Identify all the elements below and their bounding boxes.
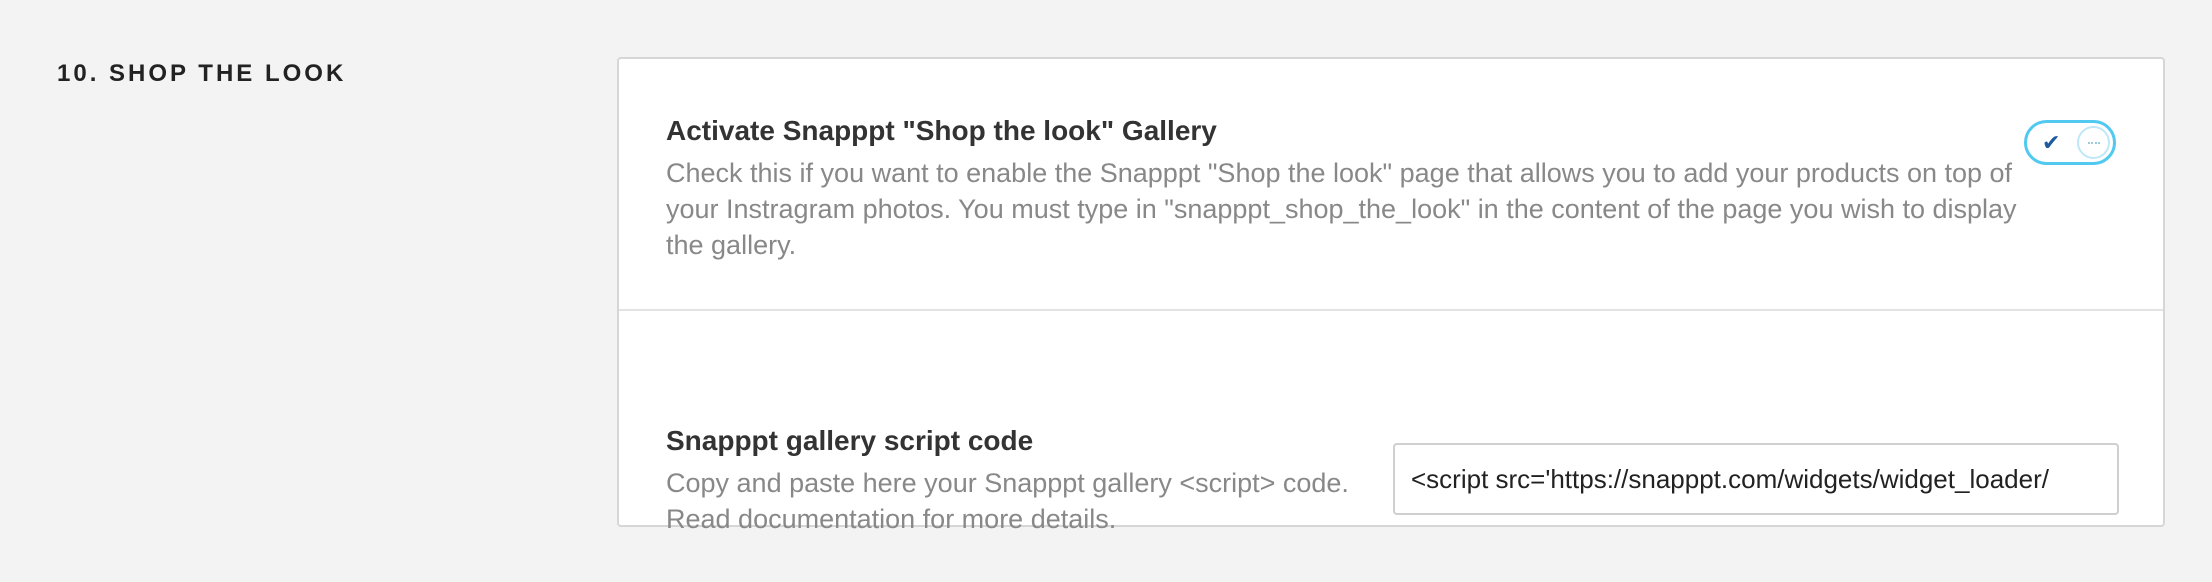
- settings-card: Activate Snapppt "Shop the look" Gallery…: [617, 57, 2165, 534]
- gallery-toggle-description: Check this if you want to enable the Sna…: [666, 158, 2017, 260]
- script-code-input[interactable]: [1393, 443, 2119, 515]
- gallery-toggle-title: Activate Snapppt "Shop the look" Gallery: [666, 115, 1217, 146]
- checkmark-icon: ✔: [2042, 130, 2061, 155]
- section-title: 10. SHOP THE LOOK: [57, 60, 347, 87]
- script-code-title: Snapppt gallery script code: [666, 425, 1034, 456]
- script-code-row: Snapppt gallery script code Copy and pas…: [619, 311, 2163, 534]
- script-code-description: Copy and paste here your Snapppt gallery…: [666, 468, 1349, 534]
- gallery-toggle-switch[interactable]: ✔: [2024, 120, 2116, 165]
- toggle-knob: [2077, 126, 2110, 159]
- gallery-toggle-row: Activate Snapppt "Shop the look" Gallery…: [619, 59, 2163, 311]
